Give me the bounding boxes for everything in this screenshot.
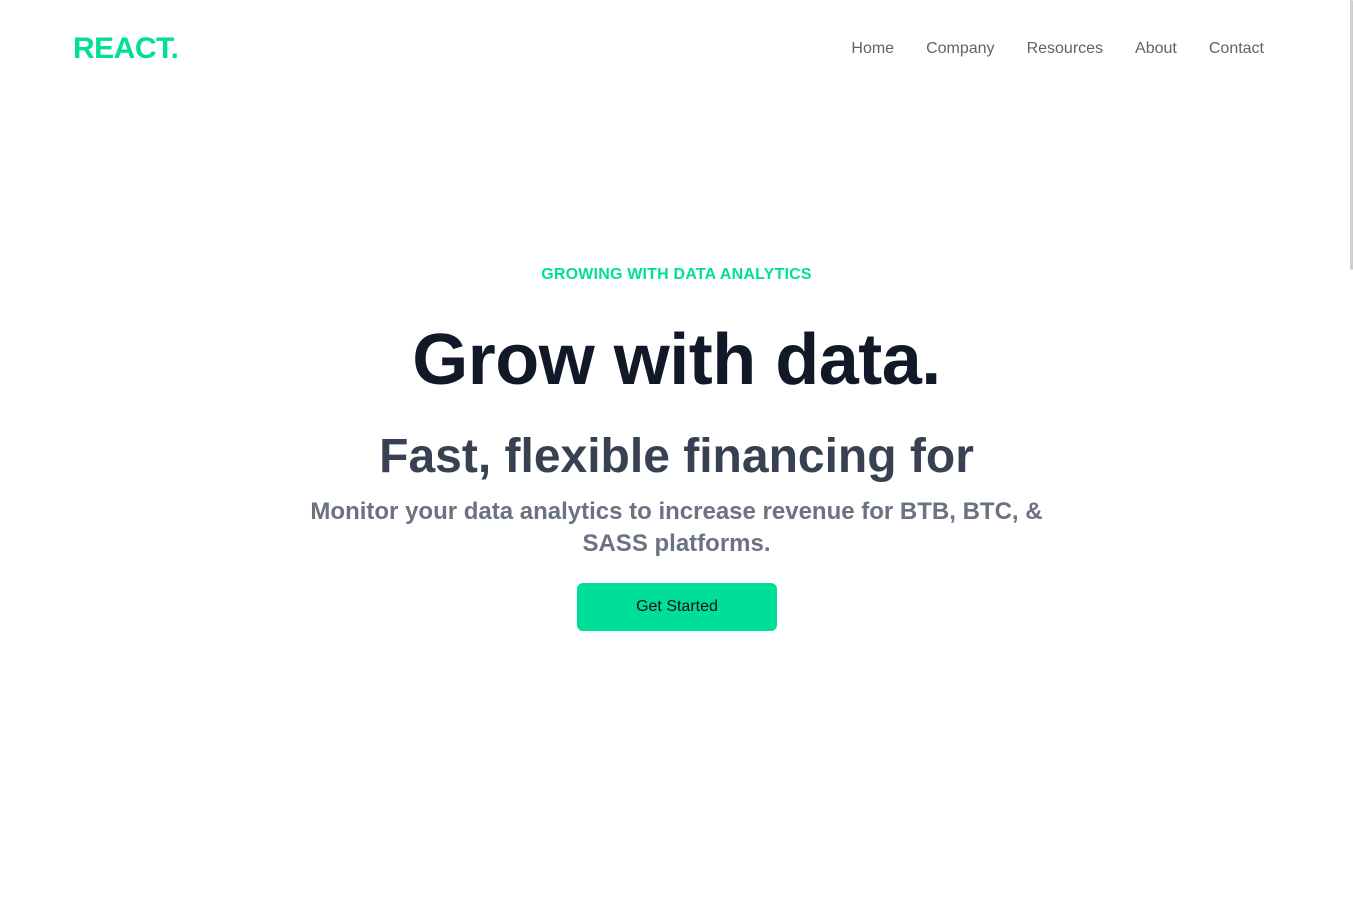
nav-item-contact[interactable]: Contact xyxy=(1209,38,1264,60)
nav-item-resources[interactable]: Resources xyxy=(1027,38,1103,60)
logo[interactable]: REACT. xyxy=(73,30,179,68)
nav-menu: Home Company Resources About Contact xyxy=(851,38,1264,60)
nav-item-company[interactable]: Company xyxy=(926,38,994,60)
page: REACT. Home Company Resources About Cont… xyxy=(0,0,1353,909)
get-started-button[interactable]: Get Started xyxy=(577,583,777,631)
hero-headline: Grow with data. xyxy=(412,320,941,400)
hero-description: Monitor your data analytics to increase … xyxy=(310,498,1043,557)
hero-subheadline: Fast, flexible financing for xyxy=(379,430,974,483)
navbar: REACT. Home Company Resources About Cont… xyxy=(0,0,1343,96)
hero-eyebrow: GROWING WITH DATA ANALYTICS xyxy=(541,266,812,283)
nav-item-about[interactable]: About xyxy=(1135,38,1177,60)
nav-item-home[interactable]: Home xyxy=(851,38,894,60)
vertical-scrollbar[interactable] xyxy=(1343,0,1353,909)
